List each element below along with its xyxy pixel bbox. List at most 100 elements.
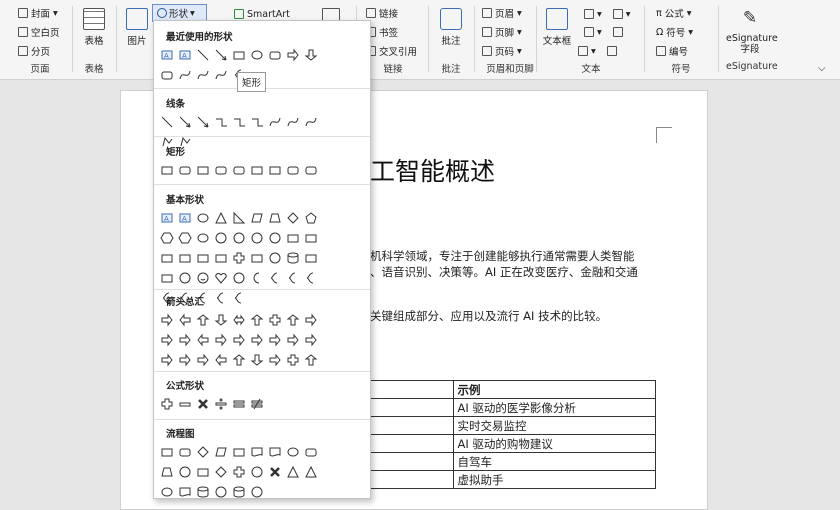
circle-shape-icon[interactable] — [230, 229, 247, 246]
rrect-shape-icon[interactable] — [230, 161, 247, 178]
bracket-shape-icon[interactable] — [230, 289, 247, 306]
rect-shape-icon[interactable] — [230, 443, 247, 460]
rect-shape-icon[interactable] — [266, 161, 283, 178]
mult-shape-icon[interactable] — [194, 395, 211, 412]
bracket-shape-icon[interactable] — [302, 269, 319, 286]
doc-shape-icon[interactable] — [176, 483, 193, 500]
textbox-button[interactable]: 文本框 — [542, 8, 572, 47]
line-shape-icon[interactable] — [194, 46, 211, 63]
arrowR-shape-icon[interactable] — [158, 311, 175, 328]
arrowLR-shape-icon[interactable] — [230, 311, 247, 328]
plus-shape-icon[interactable] — [266, 311, 283, 328]
rect-shape-icon[interactable] — [248, 161, 265, 178]
circle-shape-icon[interactable] — [266, 249, 283, 266]
rect-shape-icon[interactable] — [302, 249, 319, 266]
eq-shape-icon[interactable] — [230, 395, 247, 412]
circle-shape-icon[interactable] — [266, 229, 283, 246]
arrowline-shape-icon[interactable] — [194, 113, 211, 130]
circle-shape-icon[interactable] — [230, 269, 247, 286]
curve-shape-icon[interactable] — [212, 66, 229, 83]
rect-shape-icon[interactable] — [194, 463, 211, 480]
circle-shape-icon[interactable] — [248, 483, 265, 500]
rect-shape-icon[interactable] — [158, 269, 175, 286]
circle-shape-icon[interactable] — [248, 229, 265, 246]
arrowline-shape-icon[interactable] — [212, 46, 229, 63]
curve-shape-icon[interactable] — [284, 113, 301, 130]
rect-shape-icon[interactable] — [158, 443, 175, 460]
diamond-shape-icon[interactable] — [212, 463, 229, 480]
tri-shape-icon[interactable] — [212, 209, 229, 226]
arrowL-shape-icon[interactable] — [194, 331, 211, 348]
oval-shape-icon[interactable] — [194, 209, 211, 226]
arrowR-shape-icon[interactable] — [176, 351, 193, 368]
esignature-button[interactable]: ✎ eSignature 字段 — [726, 8, 778, 55]
pictures-button[interactable]: 图片 — [124, 8, 150, 47]
symbol-button[interactable]: Ω 符号 ▾ — [656, 24, 693, 40]
curve-shape-icon[interactable] — [176, 66, 193, 83]
collapse-ribbon-icon[interactable]: ⌵ — [818, 60, 826, 76]
trap-shape-icon[interactable] — [158, 463, 175, 480]
moon-shape-icon[interactable] — [248, 269, 265, 286]
smile-shape-icon[interactable] — [194, 269, 211, 286]
arrowU-shape-icon[interactable] — [284, 311, 301, 328]
arrowline-shape-icon[interactable] — [176, 113, 193, 130]
blank-page-button[interactable]: 空白页 — [18, 24, 60, 40]
diamond-shape-icon[interactable] — [284, 209, 301, 226]
comment-button[interactable]: 批注 — [436, 8, 466, 47]
line-shape-icon[interactable] — [158, 113, 175, 130]
bracket-shape-icon[interactable] — [212, 289, 229, 306]
cyl-shape-icon[interactable] — [284, 249, 301, 266]
oval-shape-icon[interactable] — [194, 229, 211, 246]
rrect-shape-icon[interactable] — [212, 161, 229, 178]
arrowD-shape-icon[interactable] — [212, 311, 229, 328]
minus-shape-icon[interactable] — [176, 395, 193, 412]
arrowR-shape-icon[interactable] — [266, 351, 283, 368]
number-button[interactable]: 编号 — [656, 43, 688, 59]
rect-shape-icon[interactable] — [194, 249, 211, 266]
page-number-button[interactable]: 页码 ▾ — [482, 43, 522, 59]
arrowR-shape-icon[interactable] — [158, 351, 175, 368]
footer-button[interactable]: 页脚 ▾ — [482, 24, 522, 40]
rtri-shape-icon[interactable] — [230, 209, 247, 226]
arrowL-shape-icon[interactable] — [212, 351, 229, 368]
circle-shape-icon[interactable] — [176, 463, 193, 480]
rrect-shape-icon[interactable] — [176, 443, 193, 460]
oval-shape-icon[interactable] — [248, 46, 265, 63]
cover-page-button[interactable]: 封面 ▾ — [18, 5, 58, 21]
doc-shape-icon[interactable] — [266, 443, 283, 460]
arrowR-shape-icon[interactable] — [302, 311, 319, 328]
circle-shape-icon[interactable] — [212, 483, 229, 500]
neq-shape-icon[interactable] — [248, 395, 265, 412]
pent-shape-icon[interactable] — [302, 209, 319, 226]
arrowL-shape-icon[interactable] — [176, 311, 193, 328]
rect-shape-icon[interactable] — [194, 161, 211, 178]
rect-shape-icon[interactable] — [212, 249, 229, 266]
arrowR-shape-icon[interactable] — [248, 331, 265, 348]
arrowU-shape-icon[interactable] — [194, 311, 211, 328]
trap-shape-icon[interactable] — [266, 209, 283, 226]
tri-shape-icon[interactable] — [284, 463, 301, 480]
rrect-shape-icon[interactable] — [158, 66, 175, 83]
link-button[interactable]: 链接 — [366, 5, 398, 21]
circle-shape-icon[interactable] — [176, 269, 193, 286]
plus-shape-icon[interactable] — [230, 463, 247, 480]
rrect-shape-icon[interactable] — [284, 161, 301, 178]
rrect-shape-icon[interactable] — [266, 46, 283, 63]
elbow-shape-icon[interactable] — [248, 113, 265, 130]
text-tool-2[interactable]: ▾ — [584, 24, 623, 40]
arrowR-shape-icon[interactable] — [194, 351, 211, 368]
arrowR-shape-icon[interactable] — [284, 46, 301, 63]
rect-shape-icon[interactable] — [176, 249, 193, 266]
rect-shape-icon[interactable] — [302, 229, 319, 246]
tri-shape-icon[interactable] — [302, 463, 319, 480]
elbow-shape-icon[interactable] — [212, 113, 229, 130]
curve-shape-icon[interactable] — [302, 113, 319, 130]
rrect-shape-icon[interactable] — [302, 443, 319, 460]
hex-shape-icon[interactable] — [158, 229, 175, 246]
arrowU-shape-icon[interactable] — [248, 311, 265, 328]
diamond-shape-icon[interactable] — [194, 443, 211, 460]
equation-button[interactable]: π 公式 ▾ — [656, 5, 692, 21]
doc-shape-icon[interactable] — [248, 443, 265, 460]
textbox-shape-icon[interactable]: A — [158, 46, 175, 63]
para-shape-icon[interactable] — [248, 209, 265, 226]
